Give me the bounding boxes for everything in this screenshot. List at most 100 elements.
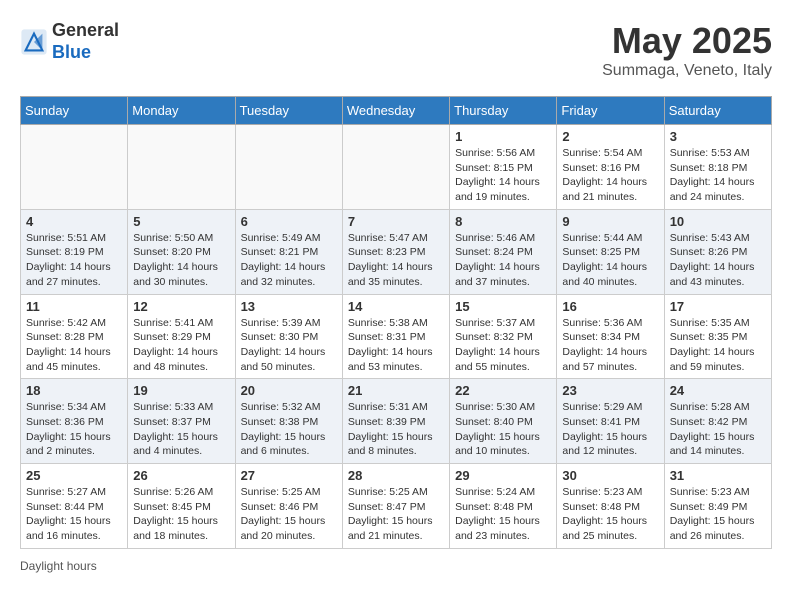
footer-note: Daylight hours bbox=[20, 559, 772, 573]
calendar-day-header: Friday bbox=[557, 97, 664, 125]
day-number: 21 bbox=[348, 383, 444, 398]
calendar-day-cell: 15Sunrise: 5:37 AMSunset: 8:32 PMDayligh… bbox=[450, 294, 557, 379]
day-info: Sunrise: 5:28 AMSunset: 8:42 PMDaylight:… bbox=[670, 400, 766, 459]
day-number: 19 bbox=[133, 383, 229, 398]
calendar-day-cell: 16 Sunrise: 5:36 AMSunset: 8:34 PMDayligh… bbox=[557, 294, 664, 379]
calendar-day-cell: 17 Sunrise: 5:35 AMSunset: 8:35 PMDayligh… bbox=[664, 294, 771, 379]
calendar-day-cell: 29Sunrise: 5:24 AMSunset: 8:48 PMDayligh… bbox=[450, 464, 557, 549]
day-number: 8 bbox=[455, 214, 551, 229]
day-info: Sunrise: 5:50 AMSunset: 8:20 PMDaylight:… bbox=[133, 231, 229, 290]
day-number: 17 bbox=[670, 299, 766, 314]
day-info: Sunrise: 5:35 AMSunset: 8:35 PMDaylight:… bbox=[670, 316, 766, 375]
calendar-day-cell: 28Sunrise: 5:25 AMSunset: 8:47 PMDayligh… bbox=[342, 464, 449, 549]
day-number: 16 bbox=[562, 299, 658, 314]
calendar-week-row: 25Sunrise: 5:27 AMSunset: 8:44 PMDayligh… bbox=[21, 464, 772, 549]
day-info: Sunrise: 5:32 AMSunset: 8:38 PMDaylight:… bbox=[241, 400, 337, 459]
subtitle: Summaga, Veneto, Italy bbox=[602, 62, 772, 80]
day-info: Sunrise: 5:47 AMSunset: 8:23 PMDaylight:… bbox=[348, 231, 444, 290]
day-info: Sunrise: 5:33 AMSunset: 8:37 PMDaylight:… bbox=[133, 400, 229, 459]
day-info: Sunrise: 5:36 AMSunset: 8:34 PMDaylight:… bbox=[562, 316, 658, 375]
logo-blue-text: Blue bbox=[52, 42, 91, 62]
day-number: 14 bbox=[348, 299, 444, 314]
calendar-day-cell: 11 Sunrise: 5:42 AMSunset: 8:28 PMDayligh… bbox=[21, 294, 128, 379]
day-info: Sunrise: 5:27 AMSunset: 8:44 PMDaylight:… bbox=[26, 485, 122, 544]
day-info: Sunrise: 5:29 AMSunset: 8:41 PMDaylight:… bbox=[562, 400, 658, 459]
calendar-day-cell: 18 Sunrise: 5:34 AMSunset: 8:36 PMDayligh… bbox=[21, 379, 128, 464]
logo-text: General Blue bbox=[52, 20, 119, 63]
day-info: Sunrise: 5:51 AMSunset: 8:19 PMDaylight:… bbox=[26, 231, 122, 290]
day-number: 7 bbox=[348, 214, 444, 229]
calendar-day-cell: 13 Sunrise: 5:39 AMSunset: 8:30 PMDayligh… bbox=[235, 294, 342, 379]
calendar-day-cell: 23 Sunrise: 5:29 AMSunset: 8:41 PMDayligh… bbox=[557, 379, 664, 464]
day-number: 6 bbox=[241, 214, 337, 229]
day-info: Sunrise: 5:39 AMSunset: 8:30 PMDaylight:… bbox=[241, 316, 337, 375]
day-number: 10 bbox=[670, 214, 766, 229]
day-info: Sunrise: 5:31 AMSunset: 8:39 PMDaylight:… bbox=[348, 400, 444, 459]
day-info: Sunrise: 5:25 AMSunset: 8:46 PMDaylight:… bbox=[241, 485, 337, 544]
day-info: Sunrise: 5:26 AMSunset: 8:45 PMDaylight:… bbox=[133, 485, 229, 544]
day-info: Sunrise: 5:54 AMSunset: 8:16 PMDaylight:… bbox=[562, 146, 658, 205]
day-info: Sunrise: 5:56 AMSunset: 8:15 PMDaylight:… bbox=[455, 146, 551, 205]
day-info: Sunrise: 5:34 AMSunset: 8:36 PMDaylight:… bbox=[26, 400, 122, 459]
day-number: 9 bbox=[562, 214, 658, 229]
day-info: Sunrise: 5:49 AMSunset: 8:21 PMDaylight:… bbox=[241, 231, 337, 290]
day-number: 1 bbox=[455, 129, 551, 144]
calendar-day-cell: 22 Sunrise: 5:30 AMSunset: 8:40 PMDayligh… bbox=[450, 379, 557, 464]
calendar-table: SundayMondayTuesdayWednesdayThursdayFrid… bbox=[20, 96, 772, 549]
calendar-day-cell: 25Sunrise: 5:27 AMSunset: 8:44 PMDayligh… bbox=[21, 464, 128, 549]
calendar-day-cell bbox=[128, 125, 235, 210]
calendar-day-cell: 14 Sunrise: 5:38 AMSunset: 8:31 PMDayligh… bbox=[342, 294, 449, 379]
calendar-day-cell: 4Sunrise: 5:51 AMSunset: 8:19 PMDaylight… bbox=[21, 209, 128, 294]
calendar-day-cell: 7 Sunrise: 5:47 AMSunset: 8:23 PMDaylight… bbox=[342, 209, 449, 294]
calendar-week-row: 4Sunrise: 5:51 AMSunset: 8:19 PMDaylight… bbox=[21, 209, 772, 294]
calendar-week-row: 1 Sunrise: 5:56 AMSunset: 8:15 PMDaylight… bbox=[21, 125, 772, 210]
day-number: 23 bbox=[562, 383, 658, 398]
day-info: Sunrise: 5:46 AMSunset: 8:24 PMDaylight:… bbox=[455, 231, 551, 290]
calendar-day-cell: 30Sunrise: 5:23 AMSunset: 8:48 PMDayligh… bbox=[557, 464, 664, 549]
main-title: May 2025 bbox=[602, 20, 772, 62]
calendar-day-cell: 6 Sunrise: 5:49 AMSunset: 8:21 PMDaylight… bbox=[235, 209, 342, 294]
day-number: 30 bbox=[562, 468, 658, 483]
day-number: 31 bbox=[670, 468, 766, 483]
calendar-day-cell: 21 Sunrise: 5:31 AMSunset: 8:39 PMDayligh… bbox=[342, 379, 449, 464]
day-number: 24 bbox=[670, 383, 766, 398]
day-info: Sunrise: 5:42 AMSunset: 8:28 PMDaylight:… bbox=[26, 316, 122, 375]
day-number: 13 bbox=[241, 299, 337, 314]
day-number: 11 bbox=[26, 299, 122, 314]
day-info: Sunrise: 5:30 AMSunset: 8:40 PMDaylight:… bbox=[455, 400, 551, 459]
calendar-day-cell: 31 Sunrise: 5:23 AMSunset: 8:49 PMDayligh… bbox=[664, 464, 771, 549]
calendar-day-header: Tuesday bbox=[235, 97, 342, 125]
calendar-day-cell: 20 Sunrise: 5:32 AMSunset: 8:38 PMDayligh… bbox=[235, 379, 342, 464]
calendar-day-cell: 27 Sunrise: 5:25 AMSunset: 8:46 PMDayligh… bbox=[235, 464, 342, 549]
calendar-day-cell bbox=[235, 125, 342, 210]
day-number: 28 bbox=[348, 468, 444, 483]
calendar-day-cell: 9Sunrise: 5:44 AMSunset: 8:25 PMDaylight… bbox=[557, 209, 664, 294]
calendar-day-cell: 1 Sunrise: 5:56 AMSunset: 8:15 PMDaylight… bbox=[450, 125, 557, 210]
day-number: 2 bbox=[562, 129, 658, 144]
day-info: Sunrise: 5:38 AMSunset: 8:31 PMDaylight:… bbox=[348, 316, 444, 375]
day-number: 27 bbox=[241, 468, 337, 483]
calendar-day-cell: 2 Sunrise: 5:54 AMSunset: 8:16 PMDaylight… bbox=[557, 125, 664, 210]
calendar-day-header: Thursday bbox=[450, 97, 557, 125]
day-info: Sunrise: 5:43 AMSunset: 8:26 PMDaylight:… bbox=[670, 231, 766, 290]
day-number: 20 bbox=[241, 383, 337, 398]
day-number: 22 bbox=[455, 383, 551, 398]
calendar-day-cell: 5 Sunrise: 5:50 AMSunset: 8:20 PMDaylight… bbox=[128, 209, 235, 294]
logo-icon bbox=[20, 28, 48, 56]
day-number: 26 bbox=[133, 468, 229, 483]
daylight-label: Daylight hours bbox=[20, 559, 97, 573]
calendar-day-header: Saturday bbox=[664, 97, 771, 125]
page-header: General Blue May 2025 Summaga, Veneto, I… bbox=[20, 20, 772, 80]
day-number: 29 bbox=[455, 468, 551, 483]
calendar-week-row: 11 Sunrise: 5:42 AMSunset: 8:28 PMDayligh… bbox=[21, 294, 772, 379]
day-number: 15 bbox=[455, 299, 551, 314]
day-number: 5 bbox=[133, 214, 229, 229]
calendar-day-header: Sunday bbox=[21, 97, 128, 125]
calendar-day-cell bbox=[342, 125, 449, 210]
day-number: 3 bbox=[670, 129, 766, 144]
logo-general-text: General bbox=[52, 20, 119, 40]
calendar-day-header: Wednesday bbox=[342, 97, 449, 125]
day-number: 18 bbox=[26, 383, 122, 398]
day-info: Sunrise: 5:23 AMSunset: 8:49 PMDaylight:… bbox=[670, 485, 766, 544]
day-info: Sunrise: 5:53 AMSunset: 8:18 PMDaylight:… bbox=[670, 146, 766, 205]
